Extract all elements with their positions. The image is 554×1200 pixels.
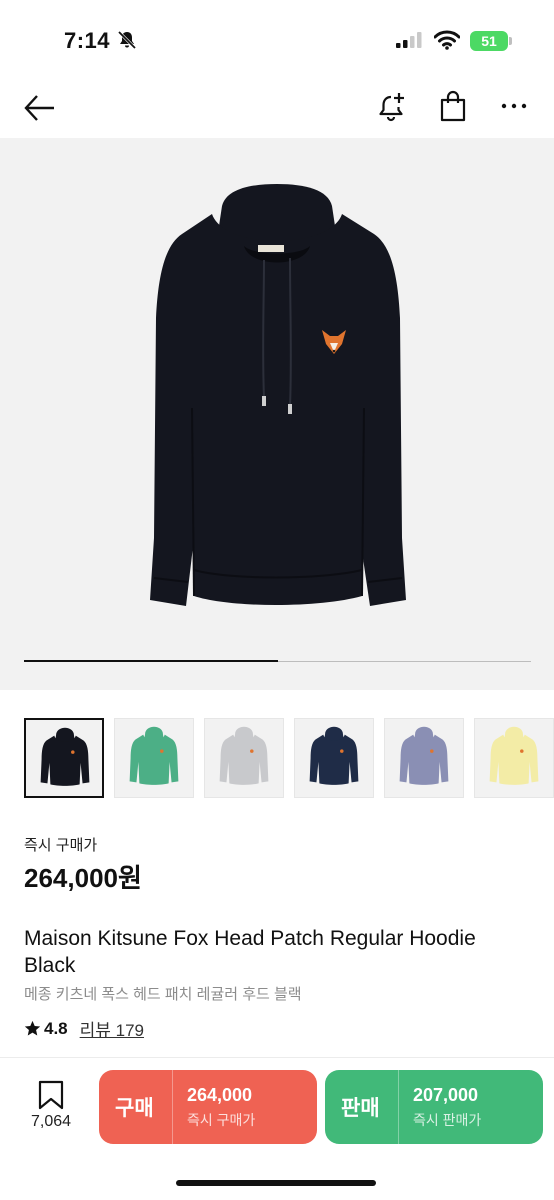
status-time: 7:14 [64,28,111,53]
instant-buy-price: 264,000원 [24,863,142,893]
wifi-icon [433,30,461,55]
buy-button[interactable]: 구매 264,000 즉시 구매가 [99,1070,317,1144]
hoodie-thumbnail-image [40,727,90,786]
hoodie-thumbnail-image [129,726,179,785]
buy-button-subtitle: 즉시 구매가 [187,1112,256,1128]
hoodie-thumbnail-image [309,726,359,785]
more-options-icon[interactable] [496,88,532,124]
battery-tip [509,37,512,45]
back-arrow-icon[interactable] [22,90,58,126]
hoodie-thumbnail-image [399,726,449,785]
hoodie-image [150,184,406,606]
rating-value: 4.8 [44,1018,68,1038]
sell-button-price: 207,000 [413,1085,479,1105]
bottom-bar-divider [0,1057,554,1058]
battery-indicator: 51 [470,31,508,51]
cellular-signal-icon [396,32,422,53]
color-thumbnail[interactable] [384,718,464,798]
buy-button-separator [172,1070,173,1144]
star-icon [24,1020,41,1036]
color-thumbnail[interactable] [114,718,194,798]
sell-button-separator [398,1070,399,1144]
review-count-link[interactable]: 리뷰 179 [80,1016,144,1041]
product-subtitle-korean: 메종 키츠네 폭스 헤드 패치 레귤러 후드 블랙 [24,986,302,1003]
hoodie-thumbnail-image [489,726,539,785]
color-thumbnail[interactable] [294,718,374,798]
color-thumbnail[interactable] [204,718,284,798]
bell-off-icon [117,30,137,55]
color-thumbnail[interactable] [474,718,554,798]
sell-button[interactable]: 판매 207,000 즉시 판매가 [325,1070,543,1144]
shopping-bag-icon[interactable] [435,88,471,124]
top-nav-bar [0,78,554,138]
home-indicator [176,1180,376,1186]
color-variant-thumbnails [0,718,554,800]
bookmark-icon [38,1080,64,1110]
instant-buy-price-label: 즉시 구매가 [24,837,98,854]
hoodie-thumbnail-image [219,726,269,785]
sell-button-subtitle: 즉시 판매가 [413,1112,482,1128]
product-title: Maison Kitsune Fox Head Patch Regular Ho… [24,927,476,977]
buy-button-price: 264,000 [187,1085,253,1105]
wishlist-button[interactable]: 7,064 [22,1078,80,1138]
buy-button-label: 구매 [115,1097,154,1120]
carousel-progress-indicator [24,660,278,662]
rating-row: 4.8 리뷰 179 [24,1016,144,1041]
bell-plus-icon[interactable] [374,88,410,124]
color-thumbnail[interactable] [24,718,104,798]
status-bar: 7:14 51 [0,0,554,78]
sell-button-label: 판매 [341,1097,380,1120]
wishlist-count: 7,064 [30,1113,72,1130]
product-image-carousel[interactable] [0,138,554,690]
